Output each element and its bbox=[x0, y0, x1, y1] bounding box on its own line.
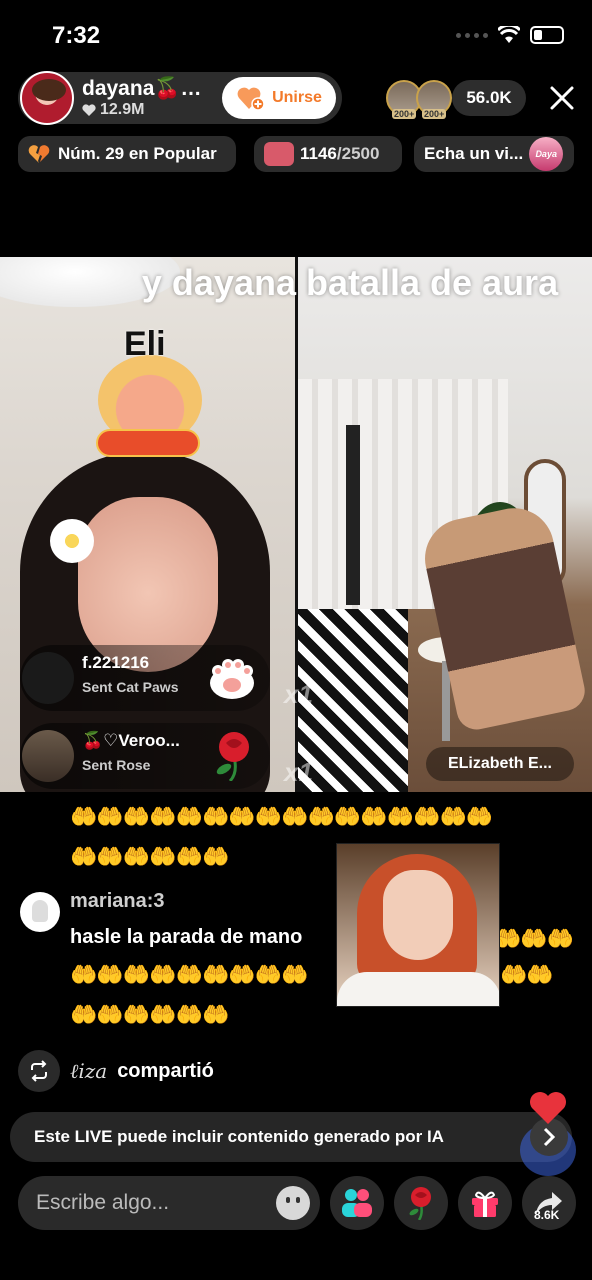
share-notification: ℓiza compartió bbox=[18, 1050, 214, 1092]
rose-gift-button[interactable] bbox=[394, 1176, 448, 1230]
share-count: 8.6K bbox=[534, 1208, 560, 1222]
explore-chip[interactable]: Echa un vi... Daya bbox=[414, 136, 574, 172]
gift-sender[interactable]: 🍒♡Veroo... bbox=[82, 731, 180, 751]
chat-emoji-line: 🤲🤲🤲🤲🤲🤲 bbox=[70, 1002, 229, 1027]
explore-label: Echa un vi... bbox=[424, 144, 524, 163]
chat-emoji-line: 🤲🤲🤲🤲🤲🤲 bbox=[70, 844, 229, 869]
gift-notification: 🍒♡Veroo... Sent Rose x1 bbox=[12, 723, 313, 793]
window bbox=[346, 425, 360, 605]
cat-paws-icon bbox=[210, 659, 254, 699]
goal-current: 1146 bbox=[300, 144, 337, 163]
gift-multiplier: x1 bbox=[284, 679, 313, 709]
avatar[interactable] bbox=[22, 652, 74, 704]
goal-chip[interactable]: 1146/2500 bbox=[254, 136, 402, 172]
gift-goal-icon bbox=[264, 142, 294, 166]
comment-input[interactable]: Escribe algo... bbox=[18, 1176, 320, 1230]
share-username[interactable]: ℓiza bbox=[70, 1059, 107, 1084]
status-icons bbox=[456, 26, 564, 44]
chat-emoji-line: 🤲🤲🤲 bbox=[494, 926, 574, 951]
gift-icon bbox=[472, 1191, 498, 1217]
heart-plus-icon bbox=[237, 87, 265, 111]
chat-username[interactable]: mariana:3 bbox=[70, 890, 165, 913]
chat-emoji-line: 🤲🤲🤲🤲🤲🤲🤲🤲🤲 bbox=[70, 962, 309, 987]
join-label: Unirse bbox=[272, 89, 322, 106]
host-followers: 12.9M bbox=[82, 101, 202, 119]
viewer-count[interactable]: 56.0K bbox=[452, 80, 526, 116]
ranking-chip[interactable]: Núm. 29 en Popular bbox=[18, 136, 236, 172]
gift-button[interactable] bbox=[458, 1176, 512, 1230]
daya-badge-icon: Daya bbox=[529, 137, 564, 171]
comment-placeholder: Escribe algo... bbox=[36, 1191, 170, 1214]
opponent-video[interactable] bbox=[298, 257, 592, 792]
close-icon[interactable] bbox=[548, 84, 576, 112]
signal-dots-icon bbox=[456, 32, 488, 38]
host-info-pill[interactable]: dayana🍒… 12.9M Unirse bbox=[18, 71, 342, 125]
gift-action: Sent Cat Paws bbox=[82, 679, 179, 695]
goal-total: /2500 bbox=[336, 144, 380, 163]
ranking-label: Núm. 29 en Popular bbox=[58, 144, 217, 163]
chat-avatar[interactable] bbox=[20, 892, 60, 932]
share-text: compartió bbox=[117, 1059, 214, 1082]
ai-notice-text: Este LIVE puede incluir contenido genera… bbox=[34, 1127, 444, 1146]
battle-title: y dayana batalla de aura bbox=[141, 262, 559, 303]
gift-sender[interactable]: f.221216 bbox=[82, 653, 149, 673]
clock: 7:32 bbox=[52, 22, 101, 49]
gift-feed: f.221216 Sent Cat Paws x1 🍒♡Veroo... Sen… bbox=[12, 645, 313, 801]
gift-multiplier: x1 bbox=[284, 757, 313, 787]
rose-icon bbox=[409, 1187, 431, 1220]
partner-name-tag[interactable]: ELizabeth E... bbox=[426, 747, 574, 781]
viewer-badge: 200+ bbox=[422, 109, 447, 119]
people-icon bbox=[342, 1189, 372, 1217]
wifi-icon bbox=[498, 26, 520, 43]
chat-emoji-line: 🤲🤲🤲🤲🤲🤲🤲🤲🤲🤲🤲🤲🤲🤲🤲🤲 bbox=[70, 804, 493, 829]
gift-action: Sent Rose bbox=[82, 757, 151, 773]
battle-view[interactable]: Eli y dayana batalla de aura f.221216 Se… bbox=[0, 257, 592, 792]
rose-icon bbox=[216, 732, 249, 781]
guest-video-pip[interactable] bbox=[336, 843, 500, 1007]
viewer-badge: 200+ bbox=[392, 109, 417, 119]
top-viewers[interactable]: 200+ 200+ bbox=[386, 80, 452, 119]
ai-content-notice[interactable]: Este LIVE puede incluir contenido genera… bbox=[10, 1112, 572, 1162]
battle-side-label: Eli bbox=[124, 325, 166, 363]
guest-face bbox=[383, 870, 453, 960]
viewer-avatar[interactable]: 200+ bbox=[416, 80, 452, 119]
heart-icon bbox=[82, 103, 96, 116]
bed bbox=[298, 609, 408, 792]
chat-message-text: hasle la parada de mano bbox=[70, 926, 303, 948]
like-heart-icon[interactable] bbox=[528, 1090, 568, 1126]
sticker-tag bbox=[96, 429, 200, 457]
battery-icon bbox=[530, 26, 564, 44]
repost-icon bbox=[18, 1050, 60, 1092]
multi-guest-button[interactable] bbox=[330, 1176, 384, 1230]
guest-shirt bbox=[337, 972, 499, 1006]
chat-emoji-line: 🤲🤲 bbox=[500, 962, 554, 987]
avatar[interactable] bbox=[22, 730, 74, 782]
host-name[interactable]: dayana🍒… bbox=[82, 77, 202, 101]
join-button[interactable]: Unirse bbox=[222, 77, 336, 119]
emoji-icon[interactable] bbox=[276, 1186, 310, 1220]
followers-count: 12.9M bbox=[100, 101, 145, 118]
host-avatar[interactable] bbox=[20, 71, 74, 125]
gift-notification: f.221216 Sent Cat Paws x1 bbox=[12, 645, 313, 715]
chat-message: hasle la parada de mano bbox=[70, 926, 302, 949]
broken-heart-icon bbox=[28, 145, 50, 163]
flower-icon bbox=[50, 519, 94, 563]
status-bar: 7:32 bbox=[0, 0, 592, 70]
